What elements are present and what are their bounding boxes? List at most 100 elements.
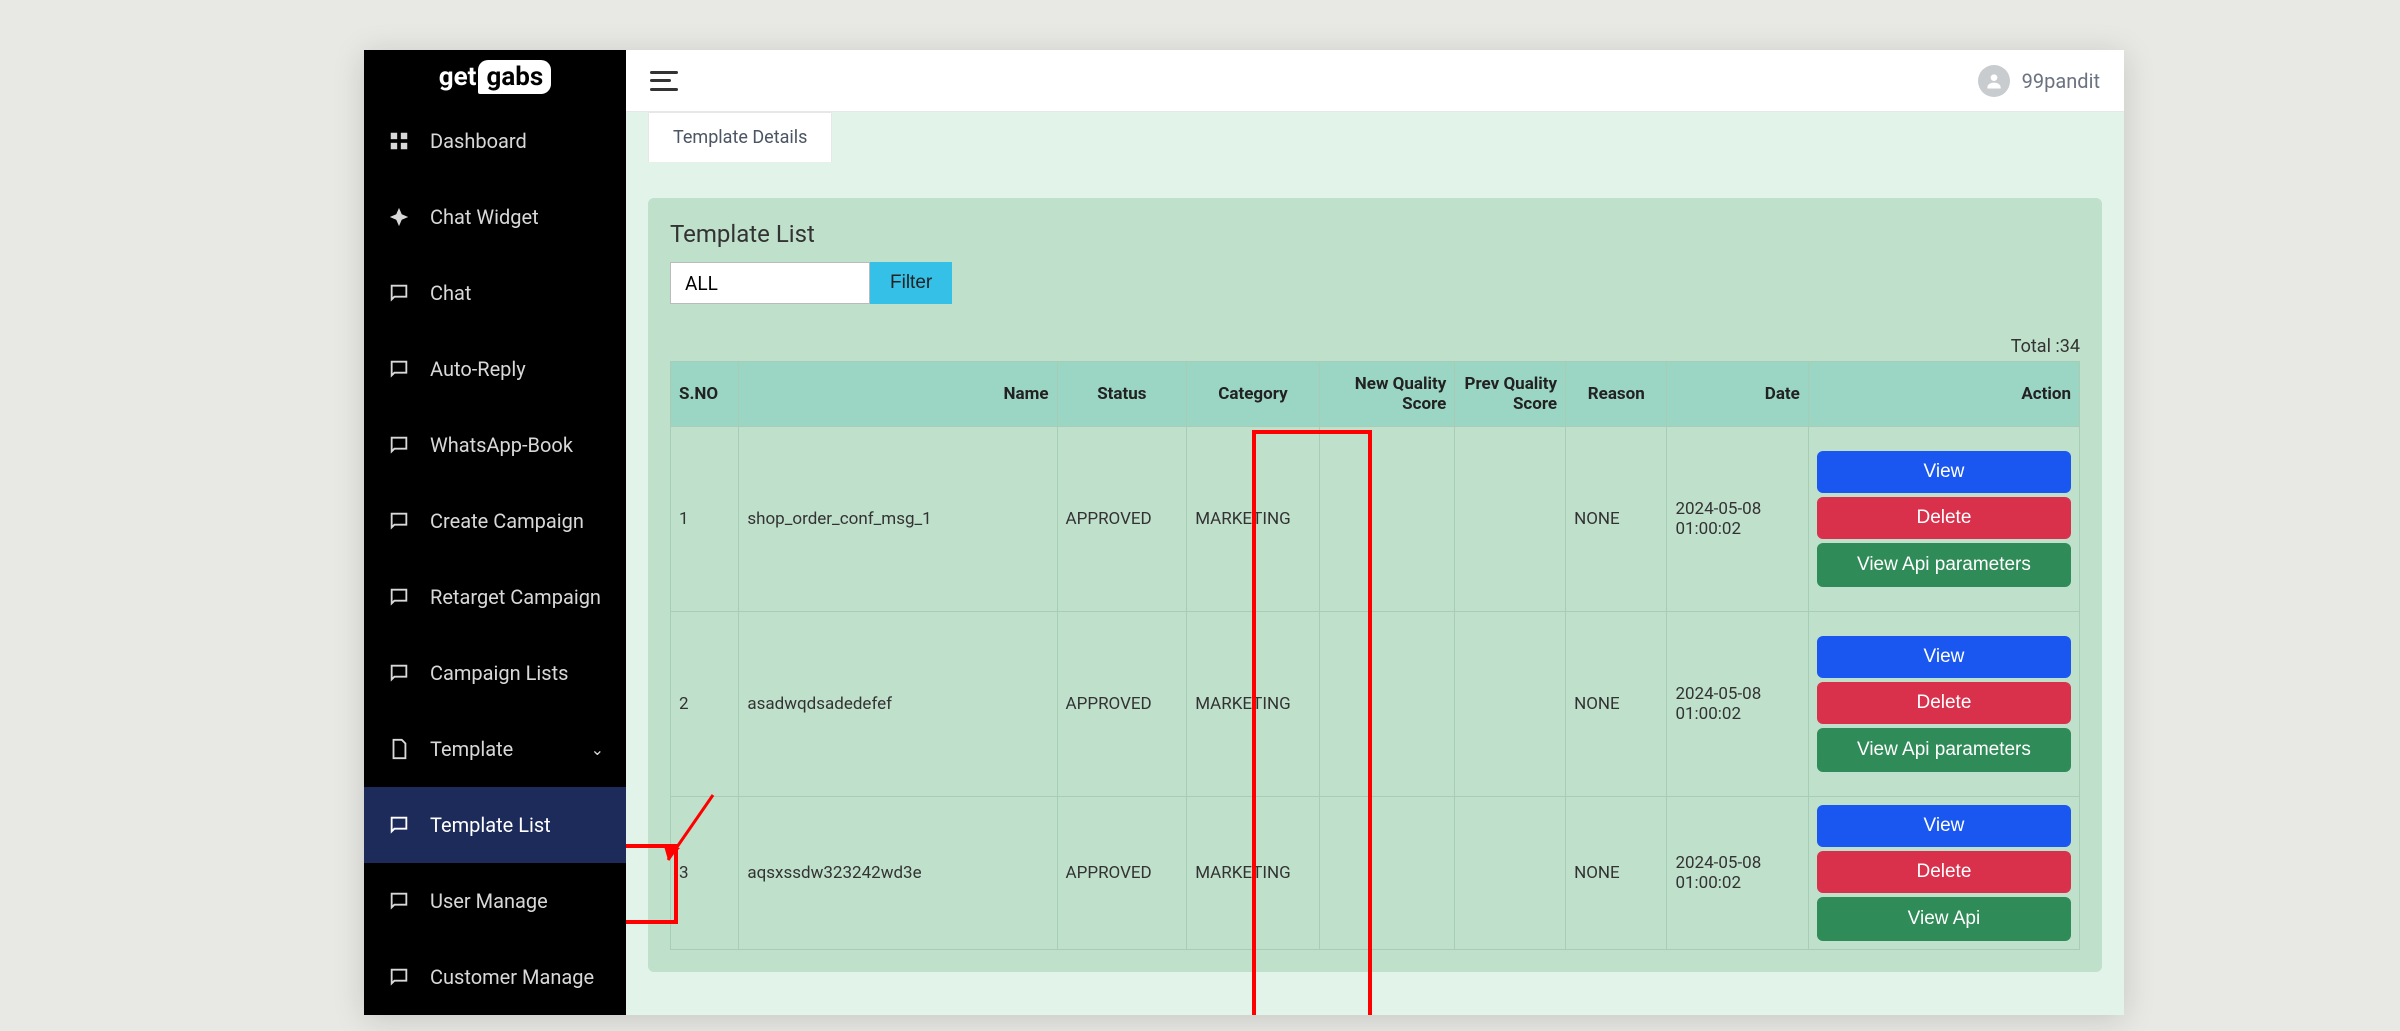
cell-nqs [1319, 612, 1455, 797]
card-title: Template List [670, 220, 2080, 248]
create-campaign-icon [386, 508, 412, 534]
widget-icon [386, 204, 412, 230]
sidebar-item-campaign-lists[interactable]: Campaign Lists [364, 635, 626, 711]
sidebar-item-label: Chat Widget [430, 205, 539, 229]
total-count: Total :34 [670, 336, 2080, 357]
customer-manage-icon [386, 964, 412, 990]
chevron-down-icon: ⌄ [591, 740, 604, 759]
user-menu[interactable]: 99pandit [1978, 65, 2100, 97]
content: Template Details Template List ALL Filte… [626, 112, 2124, 1015]
th-sno: S.NO [671, 362, 739, 427]
template-icon [386, 736, 412, 762]
sidebar-item-label: Template [430, 737, 513, 761]
cell-sno: 3 [671, 797, 739, 950]
menu-toggle-icon[interactable] [650, 71, 678, 91]
cell-pqs [1455, 427, 1566, 612]
avatar-icon [1978, 65, 2010, 97]
sidebar-item-label: WhatsApp-Book [430, 433, 573, 457]
sidebar-item-label: Customer Manage [430, 965, 594, 989]
view-button[interactable]: View [1817, 451, 2071, 493]
sidebar-item-dashboard[interactable]: Dashboard [364, 103, 626, 179]
filter-row: ALL Filter [670, 262, 2080, 304]
tabbar: Template Details [626, 112, 2124, 162]
template-list-card: Template List ALL Filter Total :34 S.NO … [648, 198, 2102, 972]
cell-reason: NONE [1566, 427, 1667, 612]
table-row: 1shop_order_conf_msg_1APPROVEDMARKETINGN… [671, 427, 2080, 612]
sidebar-item-label: User Manage [430, 889, 548, 913]
user-manage-icon [386, 888, 412, 914]
view-api-parameters-button[interactable]: View Api parameters [1817, 728, 2071, 772]
sidebar-item-template[interactable]: Template ⌄ [364, 711, 626, 787]
sidebar-item-chat[interactable]: Chat [364, 255, 626, 331]
sidebar-item-label: Retarget Campaign [430, 585, 601, 609]
cell-category: MARKETING [1187, 612, 1320, 797]
cell-status: APPROVED [1057, 427, 1187, 612]
sidebar-item-label: Create Campaign [430, 509, 584, 533]
th-action: Action [1808, 362, 2079, 427]
sidebar-item-label: Chat [430, 281, 471, 305]
sidebar-item-label: Dashboard [430, 129, 527, 153]
delete-button[interactable]: Delete [1817, 497, 2071, 539]
cell-reason: NONE [1566, 612, 1667, 797]
cell-date: 2024-05-08 01:00:02 [1667, 612, 1808, 797]
sidebar-item-user-manage[interactable]: User Manage [364, 863, 626, 939]
delete-button[interactable]: Delete [1817, 682, 2071, 724]
view-api-parameters-button[interactable]: View Api parameters [1817, 543, 2071, 587]
cell-action: ViewDeleteView Api parameters [1808, 427, 2079, 612]
cell-action: ViewDeleteView Api [1808, 797, 2079, 950]
book-icon [386, 432, 412, 458]
sidebar-item-label: Template List [430, 813, 551, 837]
sidebar-item-label: Campaign Lists [430, 661, 568, 685]
template-list-icon [386, 812, 412, 838]
tab-label: Template Details [673, 127, 807, 148]
cell-date: 2024-05-08 01:00:02 [1667, 797, 1808, 950]
retarget-icon [386, 584, 412, 610]
view-button[interactable]: View [1817, 636, 2071, 678]
campaign-lists-icon [386, 660, 412, 686]
sidebar-item-auto-reply[interactable]: Auto-Reply [364, 331, 626, 407]
th-pqs: Prev Quality Score [1455, 362, 1566, 427]
app-window: getgabs Dashboard Chat Widget Chat [364, 50, 2124, 1015]
tab-template-details[interactable]: Template Details [648, 112, 832, 162]
th-category: Category [1187, 362, 1320, 427]
template-table: S.NO Name Status Category New Quality Sc… [670, 361, 2080, 950]
sidebar-item-label: Auto-Reply [430, 357, 526, 381]
cell-name: aqsxssdw323242wd3e [739, 797, 1057, 950]
filter-button[interactable]: Filter [870, 262, 952, 304]
delete-button[interactable]: Delete [1817, 851, 2071, 893]
cell-action: ViewDeleteView Api parameters [1808, 612, 2079, 797]
th-date: Date [1667, 362, 1808, 427]
cell-status: APPROVED [1057, 612, 1187, 797]
cell-nqs [1319, 797, 1455, 950]
cell-date: 2024-05-08 01:00:02 [1667, 427, 1808, 612]
sidebar: getgabs Dashboard Chat Widget Chat [364, 50, 626, 1015]
status-filter-select[interactable]: ALL [670, 262, 870, 304]
cell-name: asadwqdsadedefef [739, 612, 1057, 797]
sidebar-item-create-campaign[interactable]: Create Campaign [364, 483, 626, 559]
sidebar-item-retarget-campaign[interactable]: Retarget Campaign [364, 559, 626, 635]
user-name: 99pandit [2022, 69, 2100, 93]
sidebar-item-chat-widget[interactable]: Chat Widget [364, 179, 626, 255]
sidebar-item-whatsapp-book[interactable]: WhatsApp-Book [364, 407, 626, 483]
th-nqs: New Quality Score [1319, 362, 1455, 427]
cell-sno: 1 [671, 427, 739, 612]
cell-sno: 2 [671, 612, 739, 797]
select-value: ALL [685, 272, 718, 295]
cell-reason: NONE [1566, 797, 1667, 950]
cell-category: MARKETING [1187, 427, 1320, 612]
cell-status: APPROVED [1057, 797, 1187, 950]
topbar: 99pandit [626, 50, 2124, 112]
table-header-row: S.NO Name Status Category New Quality Sc… [671, 362, 2080, 427]
view-button[interactable]: View [1817, 805, 2071, 847]
logo-left: get [439, 62, 477, 92]
th-name: Name [739, 362, 1057, 427]
view-api-parameters-button[interactable]: View Api [1817, 897, 2071, 941]
th-reason: Reason [1566, 362, 1667, 427]
chat-icon [386, 280, 412, 306]
cell-category: MARKETING [1187, 797, 1320, 950]
logo: getgabs [364, 50, 626, 103]
sidebar-item-template-list[interactable]: Template List [364, 787, 626, 863]
cell-pqs [1455, 797, 1566, 950]
sidebar-item-customer-manage[interactable]: Customer Manage [364, 939, 626, 1015]
main-area: 99pandit Template Details Template List … [626, 50, 2124, 1015]
